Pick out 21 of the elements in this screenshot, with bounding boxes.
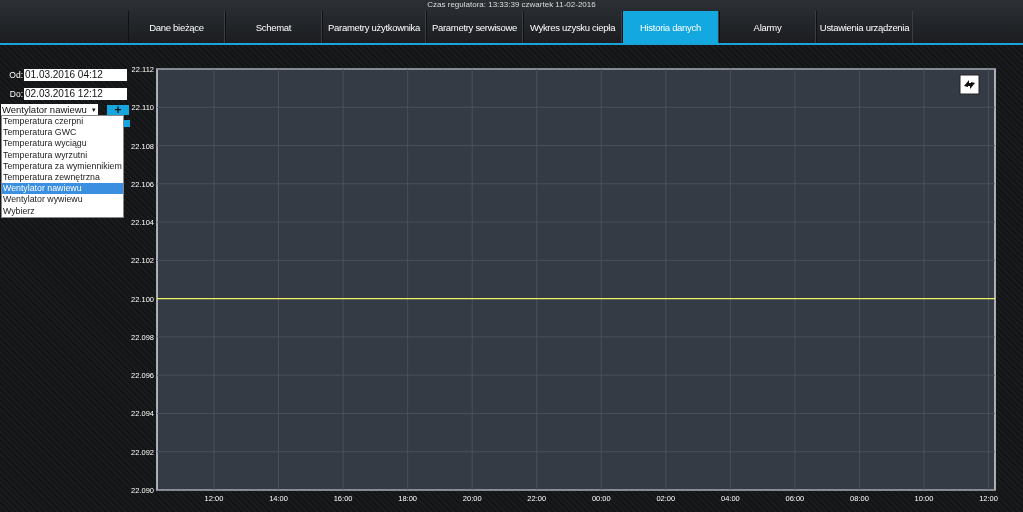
dropdown-option[interactable]: Wybierz	[2, 205, 123, 217]
from-date-field[interactable]: 01.03.2016 04:12	[24, 68, 127, 81]
controller-clock: Czas regulatora: 13:33:39 czwartek 11-02-2016	[426, 0, 597, 9]
from-label: Od:	[8, 69, 24, 80]
nav-tab[interactable]: Parametry użytkownika	[322, 11, 426, 43]
nav-tab[interactable]: Schemat	[225, 11, 322, 43]
nav-tab[interactable]: Parametry serwisowe	[426, 11, 523, 43]
dropdown-option[interactable]: Temperatura zewnętrzna	[2, 171, 123, 184]
dropdown-option[interactable]: Temperatura czerpni	[2, 116, 123, 128]
refresh-icon[interactable]	[959, 74, 980, 95]
dropdown-option[interactable]: Wentylator wywiewu	[2, 194, 123, 206]
to-date-field[interactable]: 02.03.2016 12:12	[24, 87, 127, 100]
add-button[interactable]: +	[107, 104, 129, 115]
nav-tab[interactable]: Ustawienia urządzenia	[816, 11, 913, 43]
nav-tab[interactable]: Dane bieżące	[128, 11, 225, 43]
dropdown-option[interactable]: Temperatura GWC	[2, 127, 123, 139]
dropdown-option[interactable]: Temperatura za wymiennikiem	[2, 160, 123, 172]
dropdown-option[interactable]: Temperatura wyciągu	[2, 138, 123, 150]
nav-tab[interactable]: Alarmy	[719, 11, 816, 43]
dropdown-option[interactable]: Temperatura wyrzutni	[2, 149, 123, 161]
to-label: Do:	[8, 88, 24, 99]
